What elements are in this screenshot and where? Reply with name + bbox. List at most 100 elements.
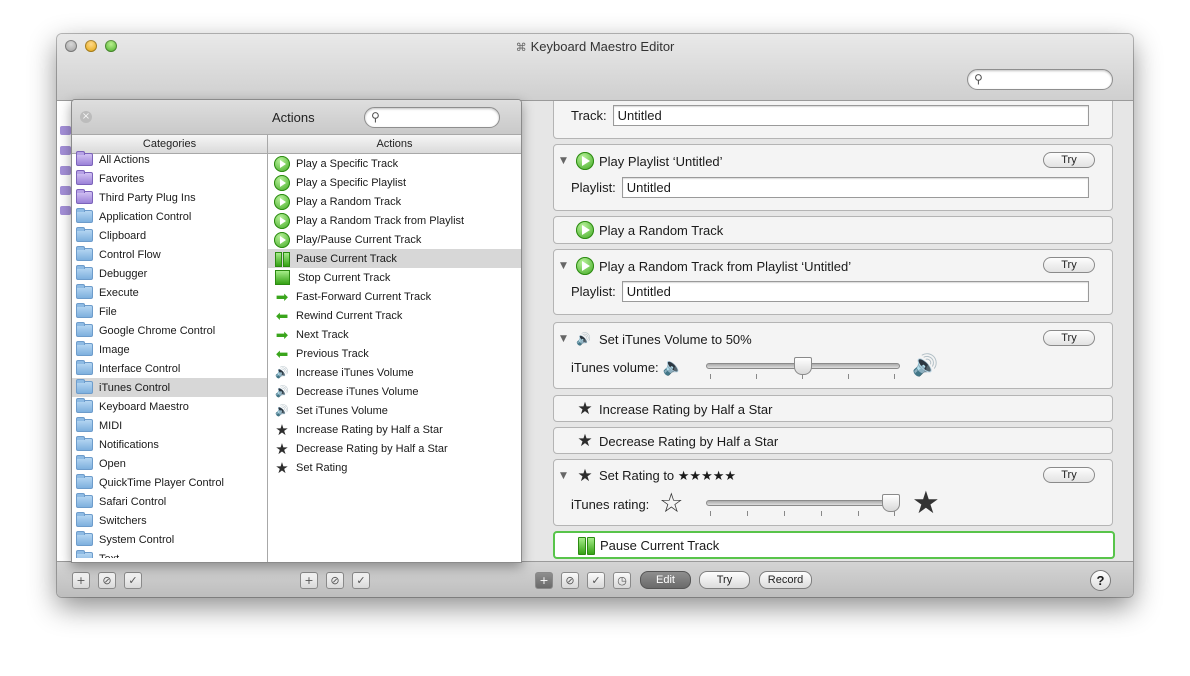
title-bar: ⌘ Keyboard Maestro Editor ⚲ [57, 34, 1133, 101]
action-card-play-track[interactable]: Track: Untitled [553, 101, 1113, 139]
try-button[interactable]: Try [1043, 467, 1095, 483]
disable-group-button[interactable]: ⊘ [98, 572, 116, 589]
category-item[interactable]: iTunes Control [72, 378, 267, 397]
category-label: Google Chrome Control [99, 324, 216, 337]
action-item[interactable]: Stop Current Track [268, 268, 521, 287]
enable-action-button[interactable]: ✓ [587, 572, 605, 589]
playlist-field[interactable]: Untitled [621, 281, 1089, 302]
action-card-play-random-track[interactable]: Play a Random Track [553, 216, 1113, 244]
slider-tick [894, 511, 895, 516]
action-card-set-volume[interactable]: ▼ 🔊 Set iTunes Volume to 50% Try iTunes vo… [553, 322, 1113, 389]
action-card-increase-rating[interactable]: ★ Increase Rating by Half a Star [553, 395, 1113, 422]
category-item[interactable]: Execute [72, 283, 267, 302]
category-item[interactable]: Notifications [72, 435, 267, 454]
action-card-decrease-rating[interactable]: ★ Decrease Rating by Half a Star [553, 427, 1113, 454]
category-item[interactable]: MIDI [72, 416, 267, 435]
action-item[interactable]: 🔊 Set iTunes Volume [268, 401, 521, 420]
add-group-button[interactable]: + [72, 572, 90, 589]
category-item[interactable]: System Control [72, 530, 267, 549]
rewind-arrow-icon: ⬅ [275, 306, 289, 325]
disable-action-button[interactable]: ⊘ [561, 572, 579, 589]
disable-macro-button[interactable]: ⊘ [326, 572, 344, 589]
playlist-field[interactable]: Untitled [621, 177, 1089, 198]
track-field[interactable]: Untitled [612, 105, 1089, 126]
action-item[interactable]: Pause Current Track [268, 249, 521, 268]
disclosure-triangle-icon[interactable]: ▼ [560, 261, 570, 271]
volume-slider-knob[interactable] [794, 357, 812, 375]
category-item[interactable]: Keyboard Maestro [72, 397, 267, 416]
try-button[interactable]: Try [1043, 152, 1095, 168]
action-label: Play a Random Track [296, 195, 402, 208]
action-item[interactable]: ★ Set Rating [268, 458, 521, 477]
category-item[interactable]: Debugger [72, 264, 267, 283]
actions-column-header[interactable]: Actions [268, 135, 521, 154]
slider-tick [848, 374, 849, 379]
category-item[interactable]: File [72, 302, 267, 321]
category-item[interactable]: Clipboard [72, 226, 267, 245]
action-card-set-rating[interactable]: ▼ ★ Set Rating to ★★★★★ Try iTunes rating:… [553, 459, 1113, 526]
try-macro-button[interactable]: Try [699, 571, 750, 589]
edit-button[interactable]: Edit [640, 571, 691, 589]
action-item[interactable]: Play a Random Track [268, 192, 521, 211]
category-label: Notifications [99, 438, 159, 451]
actions-search-field[interactable]: ⚲ [364, 107, 500, 128]
action-card-play-playlist[interactable]: ▼ Play Playlist ‘Untitled’ Try Playlist: … [553, 144, 1113, 211]
slider-tick [710, 511, 711, 516]
category-item[interactable]: Safari Control [72, 492, 267, 511]
category-item[interactable]: Control Flow [72, 245, 267, 264]
category-item[interactable]: Favorites [72, 169, 267, 188]
category-item[interactable]: Interface Control [72, 359, 267, 378]
category-item[interactable]: Third Party Plug Ins [72, 188, 267, 207]
enable-macro-button[interactable]: ✓ [352, 572, 370, 589]
action-item[interactable]: 🔊 Decrease iTunes Volume [268, 382, 521, 401]
help-button[interactable]: ? [1090, 570, 1111, 591]
actions-search-input[interactable] [389, 109, 497, 126]
record-button[interactable]: Record [759, 571, 812, 589]
action-item[interactable]: ★ Decrease Rating by Half a Star [268, 439, 521, 458]
disclosure-triangle-icon[interactable]: ▼ [560, 334, 570, 344]
rating-slider[interactable] [706, 494, 900, 516]
action-item[interactable]: ⬅ Previous Track [268, 344, 521, 363]
action-item[interactable]: ➡ Next Track [268, 325, 521, 344]
action-item[interactable]: ⬅ Rewind Current Track [268, 306, 521, 325]
action-card-play-random-from-playlist[interactable]: ▼ Play a Random Track from Playlist ‘Unti… [553, 249, 1113, 315]
action-item[interactable]: Play a Specific Track [268, 154, 521, 173]
category-item[interactable]: Google Chrome Control [72, 321, 267, 340]
disclosure-triangle-icon[interactable]: ▼ [560, 156, 570, 166]
action-item[interactable]: Play a Specific Playlist [268, 173, 521, 192]
group-icon[interactable] [60, 146, 71, 155]
folder-icon [76, 550, 93, 558]
disclosure-triangle-icon[interactable]: ▼ [560, 471, 570, 481]
enable-group-button[interactable]: ✓ [124, 572, 142, 589]
action-card-pause-current-track[interactable]: Pause Current Track [553, 531, 1115, 559]
group-icon[interactable] [60, 206, 71, 215]
group-icon[interactable] [60, 126, 71, 135]
add-macro-button[interactable]: + [300, 572, 318, 589]
try-button[interactable]: Try [1043, 257, 1095, 273]
rewind-arrow-icon: ⬅ [275, 344, 289, 363]
main-search-field[interactable]: ⚲ [967, 69, 1113, 90]
category-item[interactable]: Open [72, 454, 267, 473]
action-item[interactable]: ➡ Fast-Forward Current Track [268, 287, 521, 306]
category-item[interactable]: Switchers [72, 511, 267, 530]
category-item[interactable]: Application Control [72, 207, 267, 226]
try-button[interactable]: Try [1043, 330, 1095, 346]
main-search-input[interactable] [992, 71, 1110, 88]
close-icon[interactable]: × [80, 111, 92, 123]
group-icon[interactable] [60, 186, 71, 195]
category-item[interactable]: QuickTime Player Control [72, 473, 267, 492]
action-item[interactable]: Play a Random Track from Playlist [268, 211, 521, 230]
action-item[interactable]: ★ Increase Rating by Half a Star [268, 420, 521, 439]
volume-slider[interactable] [706, 357, 900, 379]
action-item[interactable]: Play/Pause Current Track [268, 230, 521, 249]
category-item[interactable]: Image [72, 340, 267, 359]
rating-slider-knob[interactable] [882, 494, 900, 512]
volume-icon: 🔊 [275, 384, 289, 398]
category-item[interactable]: All Actions [72, 150, 267, 169]
category-item[interactable]: Text [72, 549, 267, 558]
group-icon[interactable] [60, 166, 71, 175]
clock-icon[interactable]: ◷ [613, 572, 631, 589]
add-action-button[interactable]: + [535, 572, 553, 589]
play-icon [274, 231, 290, 248]
action-item[interactable]: 🔊 Increase iTunes Volume [268, 363, 521, 382]
